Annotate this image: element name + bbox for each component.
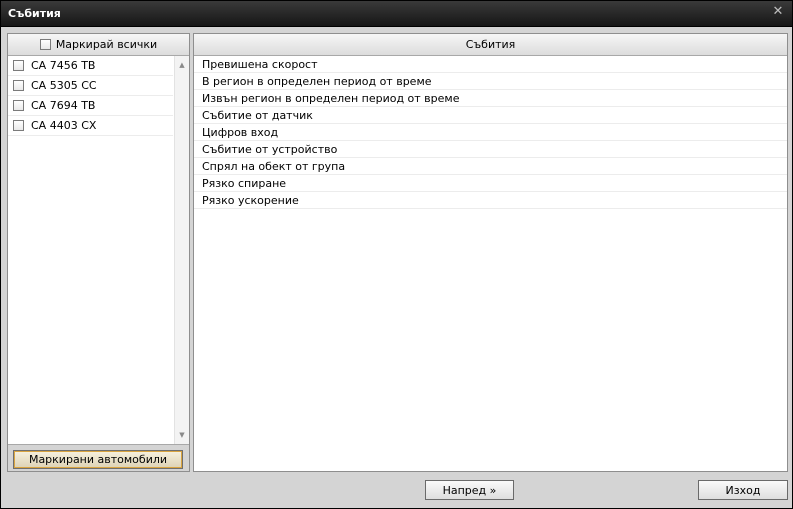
vehicle-checkbox[interactable]: [13, 80, 24, 91]
event-item[interactable]: Рязко спиране: [194, 175, 787, 192]
events-panel: Събития Превишена скорост В регион в опр…: [193, 33, 788, 472]
vehicle-row[interactable]: CA 5305 CC: [8, 76, 173, 96]
title-bar: Събития ✕: [1, 1, 792, 27]
vehicle-label: CA 7694 TB: [31, 99, 96, 112]
vehicle-row[interactable]: CA 4403 CX: [8, 116, 173, 136]
events-dialog: Събития ✕ Маркирай всички CA 7456 TB CA …: [0, 0, 793, 509]
event-item[interactable]: Извън регион в определен период от време: [194, 90, 787, 107]
event-item[interactable]: Събитие от датчик: [194, 107, 787, 124]
window-title: Събития: [8, 7, 61, 20]
vehicle-panel: Маркирай всички CA 7456 TB CA 5305 CC CA…: [7, 33, 190, 472]
exit-button[interactable]: Изход: [698, 480, 788, 500]
select-all-checkbox[interactable]: [39, 39, 51, 50]
vehicle-label: CA 7456 TB: [31, 59, 96, 72]
vehicle-panel-header: Маркирай всички: [8, 34, 189, 56]
event-item[interactable]: В регион в определен период от време: [194, 73, 787, 90]
vehicle-list-scrollbar[interactable]: ▲ ▼: [174, 56, 189, 444]
vehicle-checkbox[interactable]: [13, 120, 24, 131]
vehicle-checkbox[interactable]: [13, 60, 24, 71]
close-icon[interactable]: ✕: [771, 5, 785, 19]
scroll-down-icon[interactable]: ▼: [175, 429, 189, 441]
vehicle-label: CA 5305 CC: [31, 79, 97, 92]
event-item[interactable]: Цифров вход: [194, 124, 787, 141]
vehicle-row[interactable]: CA 7694 TB: [8, 96, 173, 116]
vehicle-checkbox[interactable]: [13, 100, 24, 111]
event-item[interactable]: Рязко ускорение: [194, 192, 787, 209]
event-item[interactable]: Събитие от устройство: [194, 141, 787, 158]
next-button[interactable]: Напред »: [425, 480, 514, 500]
marked-vehicles-button[interactable]: Маркирани автомобили: [13, 450, 183, 469]
vehicle-list: CA 7456 TB CA 5305 CC CA 7694 TB CA 4403…: [8, 56, 189, 445]
event-item[interactable]: Превишена скорост: [194, 56, 787, 73]
select-all-label: Маркирай всички: [55, 38, 158, 51]
vehicle-row[interactable]: CA 7456 TB: [8, 56, 173, 76]
scroll-up-icon[interactable]: ▲: [175, 59, 189, 71]
event-item[interactable]: Спрял на обект от група: [194, 158, 787, 175]
vehicle-label: CA 4403 CX: [31, 119, 97, 132]
events-list: Превишена скорост В регион в определен п…: [194, 56, 787, 209]
events-header: Събития: [194, 34, 787, 56]
select-all-checkbox-row[interactable]: Маркирай всички: [39, 38, 158, 51]
